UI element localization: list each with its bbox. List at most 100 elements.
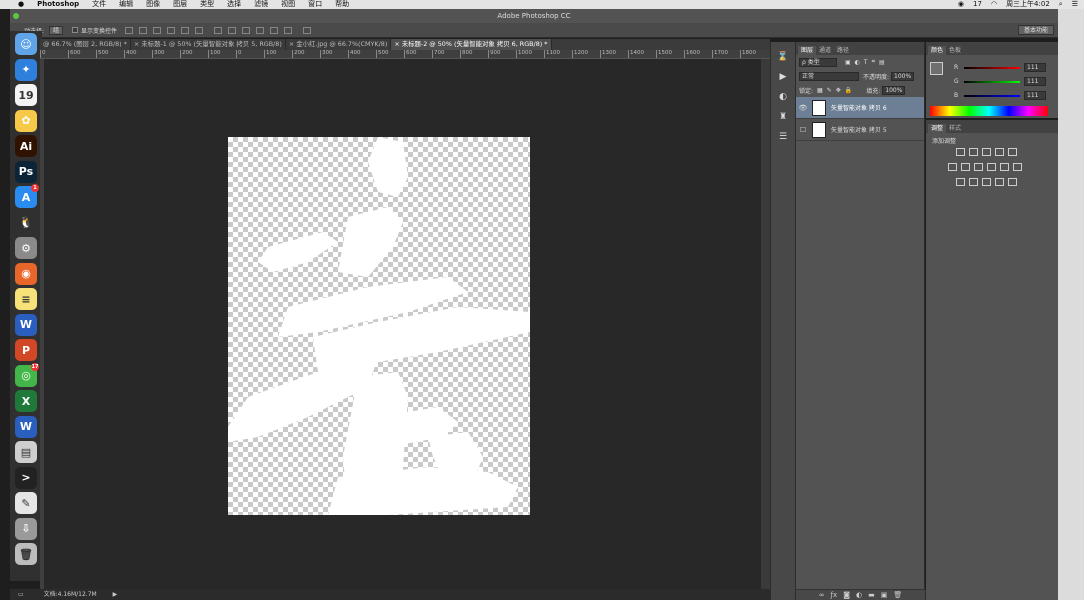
window-close-button[interactable] [13,13,19,19]
tab-layers[interactable]: 图层 [798,46,817,55]
new-layer-icon[interactable]: ▣ [881,590,888,600]
slider-g[interactable]: G 111 [954,77,1046,86]
tab-swatches[interactable]: 色板 [946,46,964,55]
folder-icon[interactable]: ▬ [868,590,875,600]
app-store-icon[interactable]: A1 [15,184,39,208]
photos-icon[interactable]: ✿ [15,109,37,132]
hue-icon[interactable] [948,163,957,171]
color-lookup-icon[interactable] [1013,163,1022,171]
slider-b[interactable]: B 111 [954,91,1046,100]
clone-source-icon[interactable]: ♜ [777,112,789,122]
trash-icon[interactable]: 🗑 [15,543,37,565]
fill-field[interactable]: 100% [882,85,906,95]
lock-all-icon[interactable]: 🔒 [845,87,852,94]
vertical-scrollbar[interactable] [761,59,770,589]
excel-icon[interactable]: X [15,390,37,412]
wechat-status-icon[interactable]: ◉ [958,0,964,9]
layer-name[interactable]: 矢量智能对象 拷贝 6 [831,103,887,112]
document-canvas[interactable] [228,137,530,515]
wechat-icon[interactable]: ◎ 17 [15,362,39,387]
tab-color[interactable]: 颜色 [928,46,947,55]
tab-paths[interactable]: 路径 [834,46,852,55]
invert-icon[interactable] [956,178,965,186]
doc-tab[interactable]: × 金小红.jpg @ 66.7%(CMYK/8) [286,39,392,50]
black-white-icon[interactable] [974,163,983,171]
menu-edit[interactable]: 编辑 [119,0,133,9]
levels-icon[interactable] [969,148,978,156]
menu-list-icon[interactable]: ☰ [1072,0,1078,9]
slider-r[interactable]: R 111 [954,63,1046,72]
menu-view[interactable]: 视图 [281,0,295,9]
distribute-vcenter-icon[interactable] [228,26,237,34]
align-top-icon[interactable] [125,26,134,34]
properties-icon[interactable]: ☰ [777,132,789,142]
distribute-bottom-icon[interactable] [242,26,251,34]
actions-icon[interactable]: ▶ [777,72,789,82]
slider-track[interactable] [964,94,1020,97]
qq-icon[interactable]: 🐧 [15,211,37,234]
doc-tab-active[interactable]: × 未标题-2 @ 50% (矢量智能对象 拷贝 6, RGB/8) * [391,39,552,50]
tab-styles[interactable]: 样式 [946,124,964,133]
wps-icon[interactable]: W [15,415,37,438]
mask-icon[interactable]: ◙ [843,590,850,600]
menu-filter[interactable]: 滤镜 [254,0,268,9]
layer-name[interactable]: 矢量智能对象 拷贝 5 [831,125,887,134]
finder-icon[interactable]: ☺ [15,33,37,55]
doc-tab[interactable]: × 未标题-1 @ 50% (矢量智能对象 拷贝 5, RGB/8) [131,39,286,50]
calendar-icon[interactable]: 19 [15,84,37,106]
curves-icon[interactable] [982,148,991,156]
slider-track[interactable] [964,80,1020,83]
filter-smart-icon[interactable]: ▤ [879,59,885,66]
filter-shape-icon[interactable]: ⌗ [872,58,875,66]
lock-move-icon[interactable]: ✥ [836,87,841,94]
word-icon[interactable]: W [15,313,37,336]
opacity-field[interactable]: 100% [891,71,915,81]
screenshot-folder-icon[interactable]: ▤ [15,441,37,463]
distribute-hcenter-icon[interactable] [270,26,279,34]
menu-window[interactable]: 窗口 [308,0,322,9]
system-preferences-icon[interactable]: ⚙ [15,237,37,259]
auto-align-icon[interactable] [303,26,312,34]
menu-help[interactable]: 帮助 [335,0,349,9]
lock-paint-icon[interactable]: ✎ [827,87,832,94]
align-right-icon[interactable] [195,26,204,34]
photoshop-icon[interactable]: Ps [15,160,37,183]
blend-mode-dropdown[interactable]: 正常 [799,71,859,81]
document-icon[interactable]: ✎ [15,492,37,514]
slider-track[interactable] [964,66,1020,69]
foreground-swatch[interactable] [930,62,943,75]
menu-image[interactable]: 图像 [146,0,160,9]
filter-adjust-icon[interactable]: ◐ [855,59,860,66]
channel-value[interactable]: 111 [1024,63,1046,72]
channel-mixer-icon[interactable] [1000,163,1009,171]
exposure-icon[interactable] [995,148,1004,156]
eye-icon[interactable]: 👁 [796,104,810,112]
fx-icon[interactable]: ƒx [831,590,838,600]
downloads-icon[interactable]: ⇩ [15,517,37,540]
visibility-toggle-empty[interactable]: ☐ [796,126,810,134]
auto-select-dropdown[interactable]: 组 [49,25,64,35]
color-spectrum[interactable] [930,106,1048,116]
zoom-field-icon[interactable]: ▭ [18,591,24,598]
wifi-icon[interactable]: ◠ [991,0,997,9]
menu-app-name[interactable]: Photoshop [37,0,79,9]
align-left-icon[interactable] [167,26,176,34]
menu-type[interactable]: 类型 [200,0,214,9]
filter-pixel-icon[interactable]: ▣ [845,59,851,66]
filter-type-icon[interactable]: T [864,59,868,66]
doc-tab[interactable]: @ 66.7% (图层 2, RGB/8) * [40,39,131,50]
apple-icon[interactable]: ● [18,0,24,9]
firefox-icon[interactable]: ◉ [15,262,37,285]
tab-adjustments[interactable]: 调整 [928,124,947,133]
powerpoint-icon[interactable]: P [15,339,37,361]
horizontal-ruler[interactable]: 0 600 500 400 300 200 100 0 100 200 300 400 500 600 70… [40,50,770,59]
clock[interactable]: 周三上午4:02 [1006,0,1050,9]
transform-controls-checkbox[interactable] [72,27,79,33]
search-icon[interactable]: ⌕ [1059,0,1063,9]
selective-color-icon[interactable] [1008,178,1017,186]
channel-value[interactable]: 111 [1024,91,1046,100]
distribute-top-icon[interactable] [214,26,223,34]
channel-value[interactable]: 111 [1024,77,1046,86]
tab-channels[interactable]: 通道 [816,46,834,55]
illustrator-icon[interactable]: Ai [15,135,37,157]
